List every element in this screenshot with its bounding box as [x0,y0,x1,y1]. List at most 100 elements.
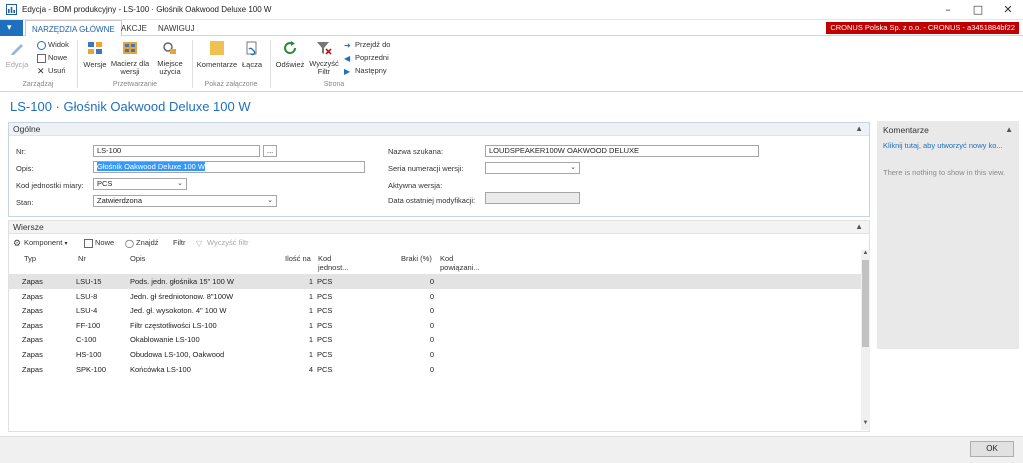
cell-scrap: 0 [429,277,434,286]
desc-label: Opis: [16,164,34,173]
column-link-code[interactable]: Kod powiązani... [440,254,484,272]
minimize-icon[interactable]: – [933,0,963,20]
where-used-icon [163,42,176,54]
close-icon[interactable]: ✕ [993,0,1023,20]
group-separator [77,40,78,88]
delete-button[interactable]: ✕ Usuń [37,65,66,77]
table-row[interactable]: Zapas LSU-8 Jedn. gł średniotonow. 8"100W 1… [9,289,861,304]
cell-uom-code: PCS [317,350,333,359]
cell-quantity: 1 [308,350,313,359]
ok-button[interactable]: OK [970,441,1014,457]
filter-button[interactable]: Filtr [173,237,186,249]
column-uom-code[interactable]: Kod jednost... [318,254,356,272]
series-label: Seria numeracji wersji: [388,164,464,173]
comments-factbox: Komentarze ▲ Kliknij tutaj, aby utworzyć… [877,121,1019,349]
new-document-icon [37,53,46,63]
column-description[interactable]: Opis [130,254,145,263]
view-label: Widok [48,40,69,49]
search-name-label: Nazwa szukana: [388,147,444,156]
edit-button[interactable]: Edycja [3,40,31,69]
component-menu-button[interactable]: ⚙ Komponent ▾ [13,237,67,249]
cell-no: LSU-8 [76,291,98,301]
previous-label: Poprzedni [355,53,389,62]
column-type[interactable]: Typ [24,254,36,263]
new-document-icon [84,238,93,248]
general-heading: Ogólne [13,124,41,134]
lines-section-header[interactable]: Wiersze ▲ [9,221,869,234]
cell-no: LSU-15 [76,277,102,286]
title-bar: Edycja - BOM produkcyjny - LS-100 · Głoś… [0,0,1023,20]
matrix-button[interactable]: Macierz dla wersji [110,40,150,76]
lines-new-button[interactable]: Nowe [84,237,114,249]
cell-description: Pods. jedn. głośnika 15" 100 W [130,277,234,286]
table-row[interactable]: Zapas LSU-15 Pods. jedn. głośnika 15" 100 … [9,274,861,289]
description-value: Głośnik Oakwood Deluxe 100 W [97,162,205,171]
cell-no: SPK-100 [76,364,107,374]
cell-scrap: 0 [429,350,434,359]
description-field[interactable]: Głośnik Oakwood Deluxe 100 W [93,161,365,173]
no-field[interactable]: LS-100 [93,145,260,157]
table-row[interactable]: Zapas C-100 Okablowanie LS-100 1 PCS 0 [9,332,861,347]
where-used-label: Miejsce użycia [157,59,183,76]
collapse-icon[interactable]: ▲ [855,124,863,133]
table-row[interactable]: Zapas FF-100 Filtr częstotliwości LS-100 1 P… [9,318,861,333]
page-title: LS-100 · Głośnik Oakwood Deluxe 100 W [10,99,251,114]
table-row[interactable]: Zapas SPK-100 Końcówka LS-100 4 PCS 0 [9,362,861,377]
scrollbar[interactable]: ▲ ▼ [861,250,870,430]
refresh-button[interactable]: Odśwież [273,40,307,69]
cell-no: C-100 [76,335,97,345]
tab-actions[interactable]: AKCJE [115,20,153,37]
versions-button[interactable]: Wersje [81,40,109,69]
status-select[interactable]: Zatwierdzona ⌄ [93,195,277,207]
next-button[interactable]: ▶ Następny [344,65,387,77]
series-select[interactable]: ⌄ [485,162,580,174]
view-button[interactable]: Widok [37,39,69,51]
tab-home-label: NARZĘDZIA GŁÓWNE [32,25,115,34]
table-row[interactable]: Zapas HS-100 Obudowa LS-100, Oakwood 1 PCS 0 [9,347,861,362]
column-scrap[interactable]: Braki (%) [401,254,432,263]
matrix-icon [123,42,137,54]
tab-navigate[interactable]: NAWIGUJ [152,20,201,37]
search-name-field[interactable]: LOUDSPEAKER100W OAKWOOD DELUXE [485,145,759,157]
file-menu-button[interactable]: ▾ [0,20,23,37]
tab-home[interactable]: NARZĘDZIA GŁÓWNE [25,20,122,37]
lookup-button[interactable]: ... [263,145,277,157]
comments-label: Komentarze [196,60,238,69]
maximize-icon[interactable]: □ [963,0,993,20]
clear-filter-button[interactable]: Wyczyść Filtr [308,40,340,76]
group-process-label: Przetwarzanie [112,81,158,88]
factbox-empty-message: There is nothing to show in this view. [883,168,1006,177]
lines-clear-filter-button[interactable]: ▽ Wyczyść filtr [196,237,249,249]
chevron-down-icon: ▾ [7,22,12,32]
new-button[interactable]: Nowe [37,52,67,64]
status-label: Stan: [16,198,34,207]
collapse-icon[interactable]: ▲ [855,222,863,231]
group-separator [270,40,271,88]
comments-button[interactable]: Komentarze [195,40,239,69]
cell-scrap: 0 [429,335,434,345]
cell-uom-code: PCS [317,277,333,286]
previous-icon: ◀ [344,53,351,63]
uom-select[interactable]: PCS ⌄ [93,178,187,190]
cell-scrap: 0 [429,364,434,374]
previous-button[interactable]: ◀ Poprzedni [344,52,389,64]
table-row[interactable]: Zapas LSU-4 Jed. gł. wysokoton. 4" 100 W 1P… [9,303,861,318]
clear-filter-icon [317,42,332,55]
collapse-icon[interactable]: ▲ [1005,125,1013,134]
column-quantity[interactable]: Ilość na [285,254,311,263]
scrollbar-thumb[interactable] [862,260,869,347]
cell-uom-code: PCS [317,335,333,345]
create-comment-link[interactable]: Kliknij tutaj, aby utworzyć nowy ko... [883,141,1003,150]
refresh-label: Odśwież [275,60,305,69]
scroll-down-icon[interactable]: ▼ [861,420,870,429]
where-used-button[interactable]: Miejsce użycia [153,40,187,76]
goto-button[interactable]: ➜ Przejdź do [344,39,390,51]
group-page-label: Strona [323,81,345,88]
versions-label: Wersje [83,60,107,69]
scroll-up-icon[interactable]: ▲ [861,250,870,259]
general-section-header[interactable]: Ogólne ▲ [9,123,869,136]
find-button[interactable]: ◯ Znajdź [125,237,159,249]
cell-type: Zapas [22,291,43,301]
column-no[interactable]: Nr [78,254,86,263]
links-button[interactable]: Łącza [240,40,264,69]
